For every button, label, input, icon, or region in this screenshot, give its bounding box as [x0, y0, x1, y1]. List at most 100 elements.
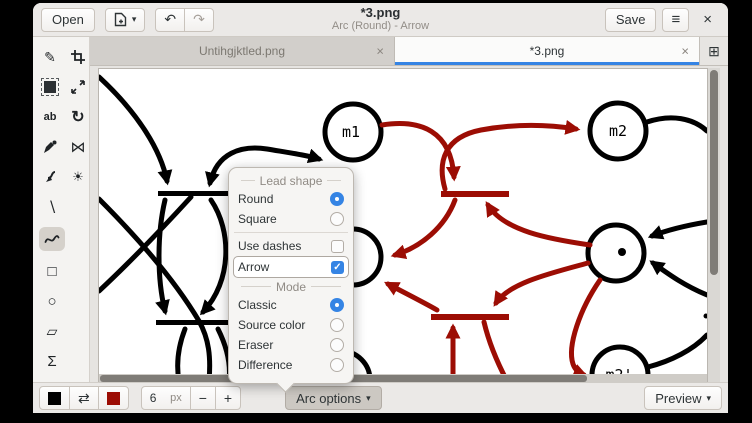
- new-image-button[interactable]: ▾: [105, 8, 146, 32]
- label-m1: m1: [342, 123, 360, 141]
- canvas-viewport: m1 m2 m1' m2': [90, 66, 728, 382]
- transition-red-bottom: [431, 314, 509, 320]
- tool-color-picker[interactable]: [39, 135, 61, 159]
- eyedropper-icon: [43, 140, 57, 154]
- separator: [234, 232, 348, 233]
- tool-pencil[interactable]: ✎: [39, 45, 61, 69]
- option-difference[interactable]: Difference: [236, 355, 346, 375]
- primary-color-button[interactable]: [39, 386, 70, 410]
- swap-colors-button[interactable]: ⇄: [69, 386, 99, 410]
- tool-size-value: 6: [150, 391, 157, 405]
- petri-net-drawing: m1 m2 m1' m2': [99, 69, 707, 381]
- save-button[interactable]: Save: [605, 8, 657, 32]
- tool-paint[interactable]: [39, 165, 61, 189]
- tool-palette: ✎ ab ↻ ⋈: [33, 37, 90, 382]
- size-increase-button[interactable]: +: [215, 386, 241, 410]
- redo-button[interactable]: ↷: [184, 8, 214, 32]
- new-image-icon: [114, 12, 127, 27]
- secondary-color-swatch: [107, 392, 120, 405]
- mode-section-title: Mode: [236, 278, 346, 295]
- tab-3png[interactable]: *3.png ×: [395, 37, 699, 65]
- tool-polygon[interactable]: ▱: [39, 319, 65, 343]
- option-classic[interactable]: Classic: [236, 295, 346, 315]
- transition-black-bottom: [156, 320, 231, 325]
- option-label: Classic: [238, 298, 277, 312]
- tool-rectangle[interactable]: □: [39, 259, 65, 283]
- arc-options-popover: Lead shape Round Square Use dashes Arrow…: [228, 167, 354, 384]
- header-bar: Open ▾ ↶ ↷ *3.png Arc (Round) - Arrow Sa…: [33, 3, 728, 37]
- radio-selected-icon[interactable]: [330, 192, 344, 206]
- tool-crop[interactable]: [67, 45, 89, 69]
- vertical-scrollbar-thumb[interactable]: [710, 70, 718, 275]
- tool-line[interactable]: ∖: [39, 195, 65, 219]
- tab-close-icon[interactable]: ×: [681, 45, 689, 58]
- text-icon: ab: [44, 111, 57, 123]
- place-marked-right: [588, 225, 644, 281]
- option-arrow[interactable]: Arrow ✓: [233, 256, 349, 278]
- option-square[interactable]: Square: [236, 209, 346, 229]
- radio-selected-icon[interactable]: [330, 298, 344, 312]
- option-use-dashes[interactable]: Use dashes: [236, 236, 346, 256]
- rotate-icon: ↻: [71, 107, 84, 127]
- radio-icon[interactable]: [330, 358, 344, 372]
- chevron-down-icon: ▾: [132, 14, 137, 25]
- option-round[interactable]: Round: [236, 189, 346, 209]
- open-button[interactable]: Open: [41, 8, 95, 32]
- tab-label: *3.png: [530, 44, 565, 58]
- scale-icon: [71, 80, 85, 94]
- radio-icon[interactable]: [330, 338, 344, 352]
- option-label: Use dashes: [238, 239, 301, 253]
- tool-text[interactable]: ab: [39, 105, 61, 129]
- tool-saturate[interactable]: ☀: [67, 165, 89, 189]
- preview-button[interactable]: Preview ▾: [644, 386, 722, 410]
- tool-flip[interactable]: ⋈: [67, 135, 89, 159]
- curve-icon: [44, 233, 60, 245]
- flip-icon: ⋈: [71, 138, 86, 156]
- arc-options-label: Arc options: [296, 391, 361, 406]
- checkbox-icon[interactable]: [331, 240, 344, 253]
- tab-label: Untihgjktled.png: [199, 44, 285, 58]
- hamburger-icon: ≡: [671, 11, 680, 28]
- option-eraser[interactable]: Eraser: [236, 335, 346, 355]
- tab-close-icon[interactable]: ×: [376, 45, 384, 58]
- lead-shape-section-title: Lead shape: [236, 172, 346, 189]
- chevron-down-icon: ▾: [706, 393, 711, 404]
- circle-icon: ○: [47, 293, 56, 310]
- tab-bar: Untihgjktled.png × *3.png × ⊞: [90, 37, 728, 66]
- tool-circle[interactable]: ○: [39, 289, 65, 313]
- option-label: Difference: [238, 358, 292, 372]
- tool-freeshape[interactable]: Σ: [39, 349, 65, 373]
- checkbox-checked-icon[interactable]: ✓: [331, 261, 344, 274]
- tool-selection[interactable]: [39, 75, 61, 99]
- tool-scale[interactable]: [67, 75, 89, 99]
- secondary-color-button[interactable]: [98, 386, 129, 410]
- radio-icon[interactable]: [330, 318, 344, 332]
- window-close-button[interactable]: ×: [695, 8, 720, 32]
- sun-icon: ☀: [72, 169, 84, 185]
- tool-curve[interactable]: [39, 227, 65, 251]
- radio-icon[interactable]: [330, 212, 344, 226]
- option-label: Eraser: [238, 338, 273, 352]
- primary-color-swatch: [48, 392, 61, 405]
- drawing-canvas[interactable]: m1 m2 m1' m2': [98, 68, 708, 382]
- new-tab-icon: ⊞: [708, 43, 720, 60]
- token-dot: [618, 248, 626, 256]
- selection-icon: [44, 81, 56, 93]
- chevron-down-icon: ▾: [366, 393, 371, 404]
- undo-button[interactable]: ↶: [155, 8, 185, 32]
- option-label: Source color: [238, 318, 305, 332]
- label-m2: m2: [609, 122, 627, 140]
- tool-rotate[interactable]: ↻: [67, 105, 89, 129]
- tool-size-input[interactable]: 6 px: [141, 386, 191, 410]
- arc-options-button[interactable]: Arc options ▾: [285, 386, 382, 410]
- tab-untitled[interactable]: Untihgjktled.png ×: [90, 37, 395, 65]
- option-source-color[interactable]: Source color: [236, 315, 346, 335]
- crop-icon: [71, 50, 85, 64]
- new-tab-button[interactable]: ⊞: [699, 37, 728, 65]
- redo-icon: ↷: [193, 11, 205, 28]
- size-decrease-button[interactable]: −: [190, 386, 216, 410]
- bottom-toolbar: ⇄ 6 px − + Arc options ▾ Preview ▾: [33, 382, 728, 413]
- option-label: Arrow: [238, 260, 269, 274]
- transition-red-top: [441, 191, 509, 197]
- menu-button[interactable]: ≡: [662, 8, 689, 32]
